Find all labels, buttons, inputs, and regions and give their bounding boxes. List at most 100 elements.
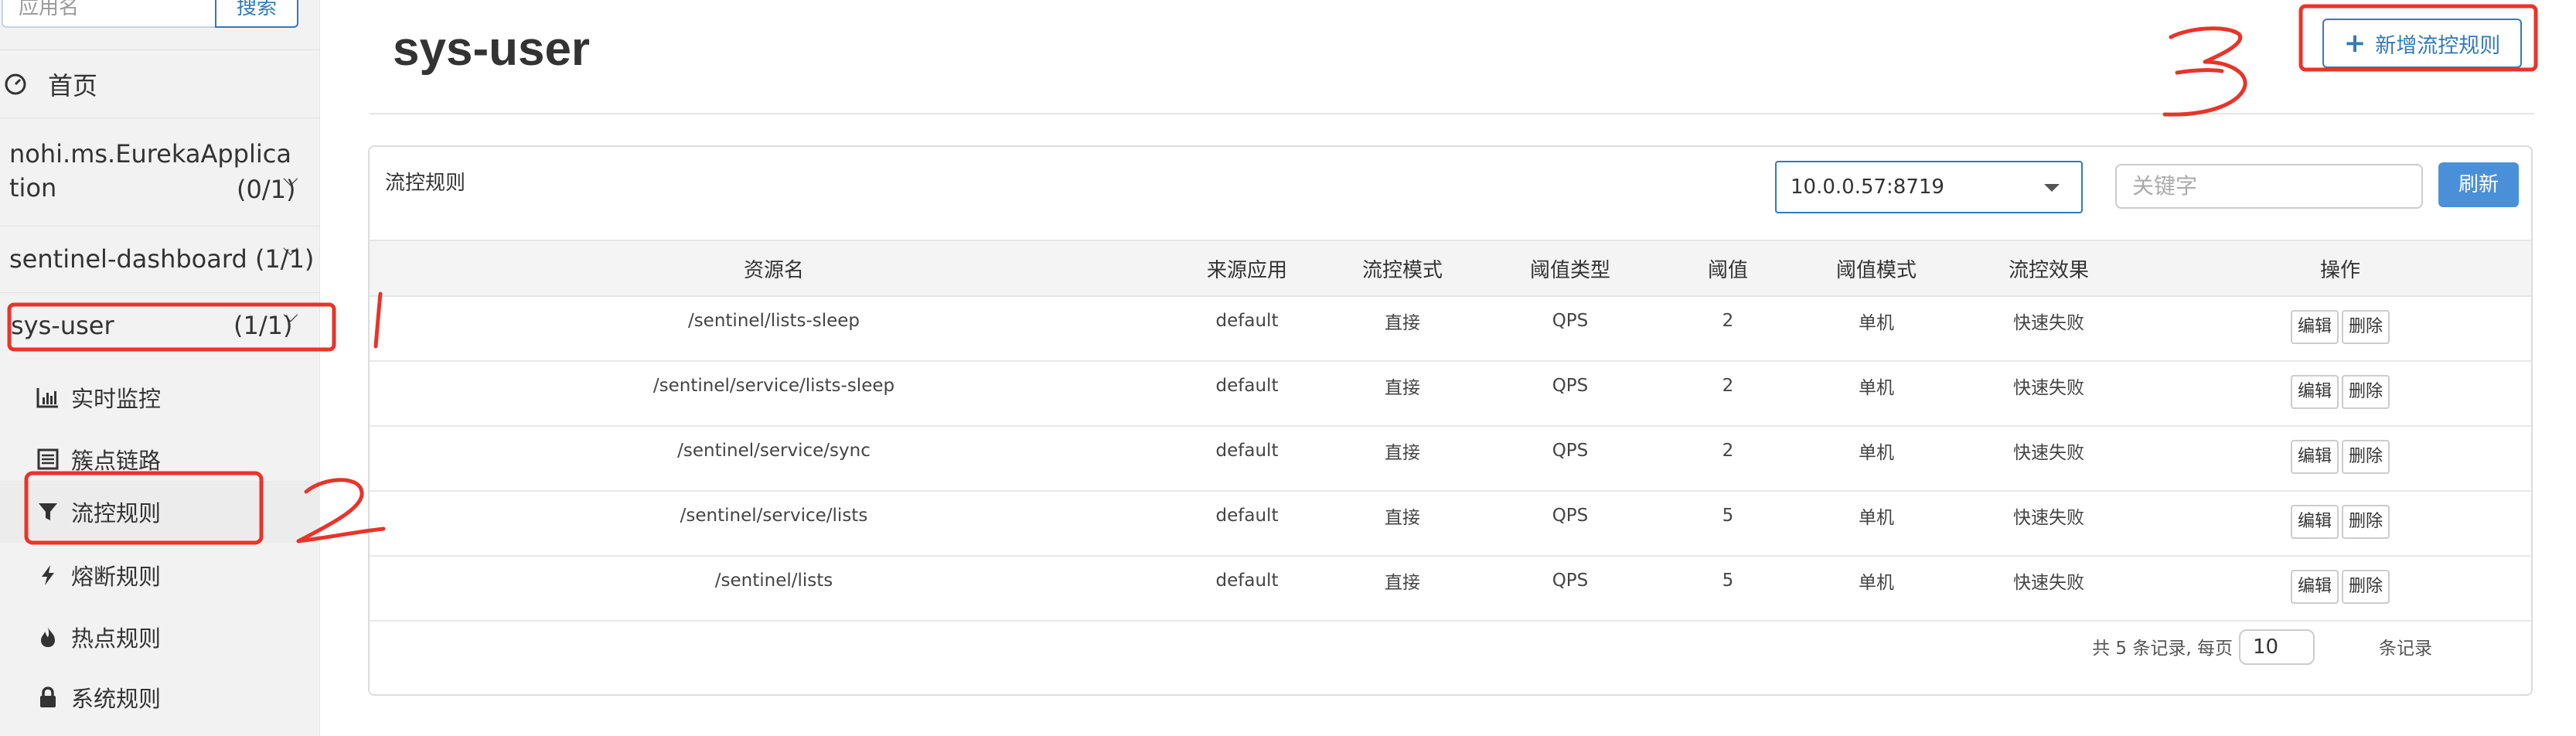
cell-text: QPS (1552, 441, 1589, 461)
cell-count: 5 (1651, 556, 1804, 622)
table-row: /sentinel/lists-sleep default 直接 QPS 2 单机 快速失败… (370, 296, 2531, 362)
cell-resource: /sentinel/lists-sleep (370, 296, 1178, 362)
cell-grade: QPS (1489, 491, 1651, 557)
table-header-row: 资源名 来源应用 流控模式 阈值类型 阈值 阈值模式 流控效果 操作 (370, 240, 2531, 297)
edit-button[interactable]: 编辑 (2291, 375, 2339, 409)
delete-button[interactable]: 删除 (2342, 505, 2390, 539)
cell-text: 单机 (1859, 443, 1894, 463)
nav-home[interactable]: 首页 (0, 49, 320, 118)
app-name-text: sentinel-dashboard (9, 244, 247, 274)
sidebar: 应用名 搜索 首页 nohi.ms.EurekaApplication (0/1… (0, 0, 320, 736)
column-header[interactable]: 阈值 (1651, 240, 1804, 297)
list-icon (37, 448, 59, 470)
column-header[interactable]: 流控效果 (1948, 240, 2149, 297)
menu-item-system-rules[interactable]: 系统规则 (0, 666, 320, 728)
app-name: sentinel-dashboard (1/1) (9, 242, 314, 276)
fire-icon (41, 627, 55, 647)
cell-mode: 直接 (1316, 426, 1489, 492)
cell-text: /sentinel/service/sync (677, 441, 871, 461)
app-item-eureka[interactable]: nohi.ms.EurekaApplication (0/1) ⌵ (0, 118, 320, 226)
app-item-sentinel-dashboard[interactable]: sentinel-dashboard (1/1) ⌵ (0, 226, 320, 292)
cell-grade: QPS (1489, 296, 1651, 362)
cell-cluster: 单机 (1804, 296, 1948, 362)
cell-actions: 编辑 删除 (2149, 491, 2531, 557)
cell-text: 直接 (1385, 508, 1420, 528)
machine-select[interactable]: 10.0.0.57:8719 (1775, 161, 2083, 213)
delete-button[interactable]: 删除 (2342, 310, 2390, 344)
menu-item-label: 流控规则 (71, 500, 162, 526)
bar-chart-icon (36, 388, 58, 408)
delete-button[interactable]: 删除 (2342, 375, 2390, 409)
cell-text: QPS (1552, 506, 1589, 526)
cell-text: /sentinel/lists-sleep (687, 311, 860, 331)
menu-item-label: 熔断规则 (71, 564, 162, 590)
column-header[interactable]: 资源名 (370, 240, 1178, 297)
column-header[interactable]: 来源应用 (1178, 240, 1316, 297)
cell-text: 直接 (1385, 378, 1420, 398)
add-flow-rule-button[interactable]: + 新增流控规则 (2322, 19, 2522, 68)
app-item-sys-user[interactable]: sys-user (1/1) ⌵ (0, 292, 320, 359)
cell-mode: 直接 (1316, 491, 1489, 557)
cell-actions: 编辑 删除 (2149, 361, 2531, 427)
menu-item-label: 系统规则 (71, 686, 162, 712)
column-header[interactable]: 阈值类型 (1489, 240, 1651, 297)
edit-button[interactable]: 编辑 (2291, 505, 2339, 539)
cell-text: 单机 (1859, 313, 1894, 333)
menu-item-hotspot-rules[interactable]: 热点规则 (0, 606, 320, 668)
machine-select-value: 10.0.0.57:8719 (1791, 175, 1944, 199)
search-button[interactable]: 搜索 (215, 0, 298, 28)
cell-text: 2 (1722, 376, 1734, 396)
cell-text: default (1215, 441, 1279, 461)
cell-text: 快速失败 (2013, 378, 2084, 398)
column-header[interactable]: 流控模式 (1316, 240, 1489, 297)
cell-text: 快速失败 (2013, 508, 2084, 528)
lock-icon (40, 687, 56, 707)
table-row: /sentinel/service/lists-sleep default 直接 QP… (370, 361, 2531, 427)
cell-origin: default (1178, 296, 1316, 362)
cell-text: default (1215, 311, 1279, 331)
cell-text: 直接 (1385, 443, 1420, 463)
cell-text: 快速失败 (2013, 573, 2084, 593)
annotation-mark-3-stroke (2175, 68, 2224, 75)
cell-text: 直接 (1385, 573, 1420, 593)
menu-item-flow-rules[interactable]: 流控规则 (0, 481, 320, 543)
table-row: /sentinel/lists default 直接 QPS 5 单机 快速失败 编辑 删除 (370, 556, 2531, 622)
cell-count: 2 (1651, 296, 1804, 362)
nav-home-label: 首页 (48, 70, 98, 101)
menu-item-degrade-rules[interactable]: 熔断规则 (0, 544, 320, 606)
cell-mode: 直接 (1316, 556, 1489, 622)
menu-item-label: 热点规则 (71, 625, 162, 652)
page-title: sys-user (393, 22, 591, 76)
panel-title: 流控规则 (385, 172, 466, 195)
cell-count: 5 (1651, 491, 1804, 557)
edit-button[interactable]: 编辑 (2291, 310, 2339, 344)
refresh-button[interactable]: 刷新 (2438, 162, 2519, 207)
column-header: 操作 (2149, 240, 2531, 297)
menu-item-realtime-monitor[interactable]: 实时监控 (0, 366, 320, 428)
pager-total-text: 共 5 条记录, 每页 (2092, 639, 2233, 659)
caret-down-icon (2044, 184, 2060, 192)
app-search-input[interactable]: 应用名 (2, 0, 215, 28)
cell-text: QPS (1552, 311, 1589, 331)
delete-button[interactable]: 删除 (2342, 570, 2390, 604)
chevron-down-icon: ⌵ (283, 168, 298, 191)
cell-effect: 快速失败 (1948, 361, 2149, 427)
cell-text: QPS (1552, 571, 1589, 591)
column-header[interactable]: 阈值模式 (1804, 240, 1948, 297)
cell-effect: 快速失败 (1948, 426, 2149, 492)
edit-button[interactable]: 编辑 (2291, 440, 2339, 474)
add-flow-rule-label: 新增流控规则 (2375, 33, 2501, 58)
page-size-input[interactable]: 10 (2239, 629, 2315, 665)
cell-text: default (1215, 571, 1279, 591)
cell-actions: 编辑 删除 (2149, 296, 2531, 362)
cell-text: QPS (1552, 376, 1589, 396)
pager-suffix-text: 条记录 (2379, 639, 2432, 659)
edit-button[interactable]: 编辑 (2291, 570, 2339, 604)
keyword-input[interactable]: 关键字 (2115, 164, 2423, 209)
delete-button[interactable]: 删除 (2342, 440, 2390, 474)
flow-rules-panel: 流控规则 10.0.0.57:8719 关键字 刷新 资源名 来源应用 流控模式… (368, 145, 2533, 696)
cell-text: default (1215, 506, 1279, 526)
cell-origin: default (1178, 361, 1316, 427)
bolt-icon (42, 565, 54, 585)
cell-text: 单机 (1859, 573, 1894, 593)
